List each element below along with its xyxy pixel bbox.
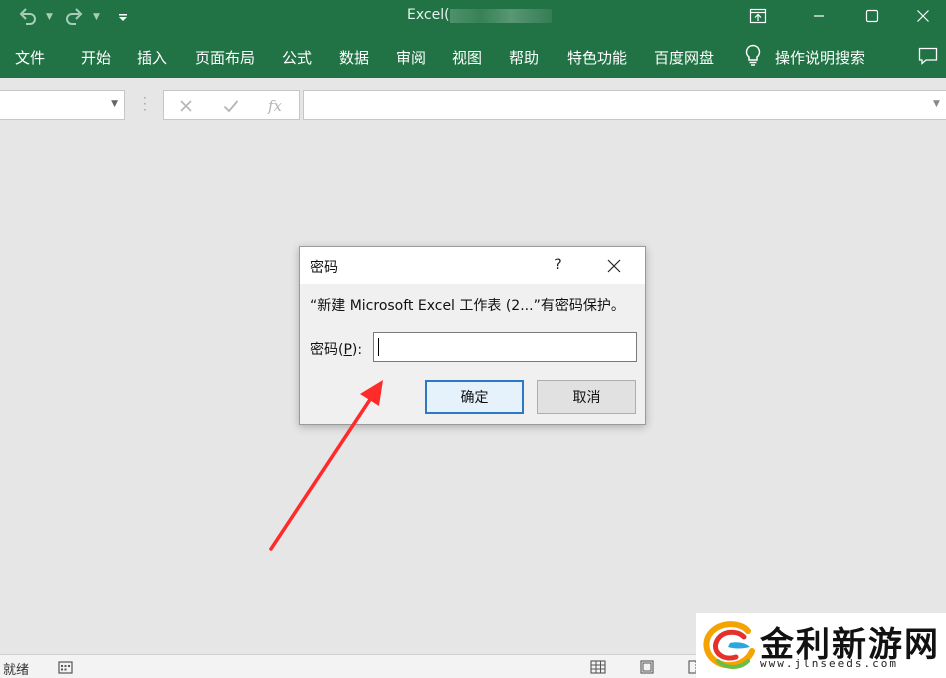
expand-formula-icon[interactable]: ▼ (933, 99, 940, 109)
tell-me-search[interactable]: 操作说明搜索 (744, 44, 866, 70)
dialog-close-icon[interactable] (602, 254, 626, 278)
chevron-down-icon[interactable]: ▼ (111, 99, 118, 109)
redo-dropdown-icon[interactable]: ▼ (93, 6, 100, 28)
comment-icon[interactable] (918, 47, 938, 69)
status-text: 就绪 (3, 663, 30, 678)
dialog-title-bar: 密码 ? (300, 247, 645, 284)
tab-formulas[interactable]: 公式 (282, 47, 312, 68)
tab-page-layout[interactable]: 页面布局 (195, 47, 255, 68)
grip-icon[interactable]: · · · (143, 92, 147, 116)
site-url: www.jlnseeds.com (760, 657, 898, 670)
name-box[interactable]: ▼ (0, 90, 125, 120)
normal-view-icon[interactable] (590, 659, 606, 674)
page-layout-view-icon[interactable] (639, 659, 655, 674)
tab-help[interactable]: 帮助 (509, 47, 539, 68)
undo-icon[interactable] (18, 6, 38, 28)
lightbulb-icon (744, 44, 762, 70)
maximize-icon[interactable] (849, 0, 895, 32)
cancel-x-icon[interactable] (176, 96, 196, 116)
formula-input[interactable] (303, 90, 946, 120)
protection-message: “新建 Microsoft Excel 工作表 (2...”有密码保护。 (310, 298, 625, 314)
password-label: 密码(P): (310, 342, 363, 358)
tab-special-features[interactable]: 特色功能 (567, 47, 627, 68)
tab-review[interactable]: 审阅 (396, 47, 426, 68)
undo-dropdown-icon[interactable]: ▼ (46, 6, 53, 28)
cancel-button[interactable]: 取消 (537, 380, 636, 414)
text-cursor (378, 338, 379, 356)
formula-buttons: fx (163, 90, 300, 120)
dialog-title: 密码 (310, 260, 338, 276)
redacted-title-region (450, 9, 552, 23)
tab-insert[interactable]: 插入 (137, 47, 167, 68)
insert-function-icon[interactable]: fx (265, 96, 285, 116)
tab-data[interactable]: 数据 (339, 47, 369, 68)
checkmark-icon[interactable] (221, 96, 241, 116)
tab-view[interactable]: 视图 (452, 47, 482, 68)
help-button[interactable]: ? (544, 253, 572, 277)
window-title: Excel( (407, 7, 450, 23)
site-watermark: 金利新游网 www.jlnseeds.com (696, 613, 946, 678)
tell-me-label: 操作说明搜索 (775, 48, 866, 67)
redo-icon[interactable] (64, 6, 84, 28)
title-bar: ▼ ▼ Excel( (0, 0, 946, 36)
ok-button[interactable]: 确定 (425, 380, 524, 414)
password-dialog: 密码 ? “新建 Microsoft Excel 工作表 (2...”有密码保护… (299, 246, 646, 425)
customize-qat-icon[interactable] (118, 6, 128, 28)
ribbon-display-icon[interactable] (735, 0, 781, 32)
macro-record-icon[interactable] (58, 659, 74, 674)
close-icon[interactable] (900, 0, 946, 32)
password-input[interactable] (373, 332, 637, 362)
ribbon-tabs: 文件 开始 插入 页面布局 公式 数据 审阅 视图 帮助 特色功能 百度网盘 操… (0, 36, 946, 78)
tab-file[interactable]: 文件 (15, 47, 45, 68)
tab-baidu-netdisk[interactable]: 百度网盘 (654, 47, 714, 68)
formula-bar: ▼ · · · fx ▼ (0, 78, 946, 128)
site-logo (700, 617, 756, 677)
minimize-icon[interactable] (796, 0, 842, 32)
tab-home[interactable]: 开始 (81, 47, 111, 68)
